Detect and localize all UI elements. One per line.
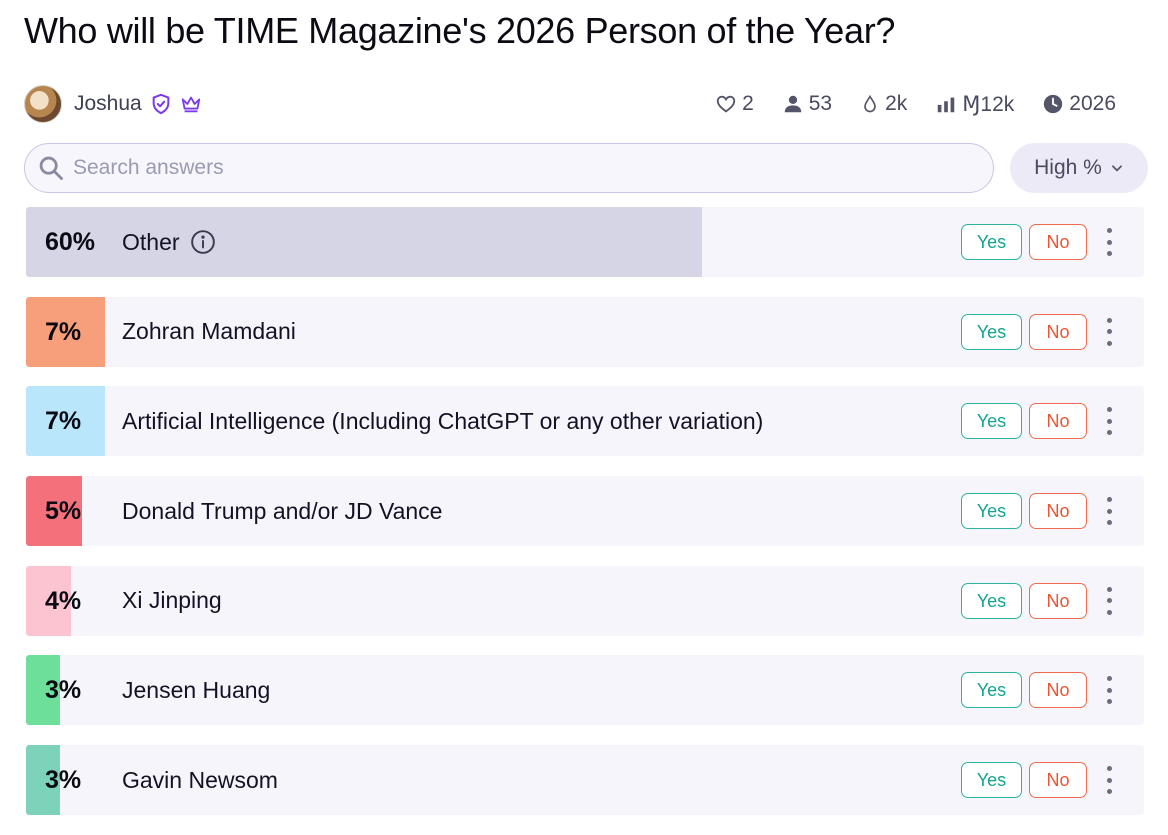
search-input[interactable] (71, 155, 955, 181)
answer-row[interactable]: 3% Jensen Huang Yes No (26, 655, 1144, 726)
volume-stat[interactable]: Ɱ12k (935, 92, 1014, 117)
answer-row[interactable]: 7% Zohran Mamdani Yes No (26, 296, 1144, 367)
author-name[interactable]: Joshua (74, 92, 142, 116)
answer-label[interactable]: Donald Trump and/or JD Vance (122, 498, 442, 525)
clock-icon (1044, 94, 1063, 114)
more-options-icon[interactable] (1100, 497, 1118, 526)
avatar[interactable] (24, 85, 62, 123)
search-icon (39, 156, 63, 180)
answer-row[interactable]: 60% Other Yes No (26, 207, 1144, 277)
answer-probability: 4% (45, 586, 82, 615)
answer-row[interactable]: 3% Gavin Newsom Yes No (26, 745, 1144, 816)
more-options-icon[interactable] (1100, 228, 1118, 256)
answer-label[interactable]: Gavin Newsom (122, 767, 278, 794)
answer-label[interactable]: Zohran Mamdani (122, 318, 296, 345)
yes-button[interactable]: Yes (961, 224, 1022, 260)
liquidity-stat[interactable]: 2k (860, 92, 907, 116)
close-date-stat[interactable]: 2026 (1042, 92, 1116, 116)
more-options-icon[interactable] (1100, 676, 1118, 705)
no-button[interactable]: No (1029, 403, 1087, 440)
more-options-icon[interactable] (1100, 317, 1118, 346)
user-icon (784, 95, 801, 113)
bar-chart-icon (938, 97, 955, 113)
no-button[interactable]: No (1029, 672, 1087, 709)
page-title: Who will be TIME Magazine's 2026 Person … (24, 10, 896, 51)
chevron-down-icon (1111, 165, 1122, 172)
yes-button[interactable]: Yes (961, 672, 1022, 709)
no-button[interactable]: No (1029, 582, 1087, 619)
liquidity-amount: 2k (885, 92, 908, 115)
answer-label[interactable]: Xi Jinping (122, 587, 222, 614)
answer-probability: 3% (45, 766, 82, 795)
yes-button[interactable]: Yes (961, 493, 1022, 530)
answer-list: 60% Other Yes No 7% Zohran Mamdani Yes N… (26, 207, 1144, 835)
answer-row[interactable]: 7% Artificial Intelligence (Including Ch… (26, 386, 1144, 457)
more-options-icon[interactable] (1100, 586, 1118, 615)
traders-count: 53 (808, 92, 833, 115)
yes-button[interactable]: Yes (961, 313, 1022, 350)
no-button[interactable]: No (1029, 762, 1087, 799)
crown-icon (180, 93, 202, 115)
yes-button[interactable]: Yes (961, 762, 1022, 799)
answer-probability: 7% (45, 407, 82, 436)
answer-label[interactable]: Other (122, 229, 180, 256)
more-options-icon[interactable] (1100, 766, 1118, 795)
no-button[interactable]: No (1029, 224, 1087, 260)
answer-probability: 7% (45, 317, 82, 346)
verified-shield-icon (150, 93, 172, 115)
answer-probability: 5% (45, 497, 82, 526)
droplet-icon (864, 94, 876, 113)
market-meta: Joshua 2 53 2k Ɱ12k 2026 (24, 84, 1124, 124)
sort-dropdown[interactable]: High % (1010, 143, 1148, 193)
close-date: 2026 (1069, 92, 1116, 115)
yes-button[interactable]: Yes (961, 403, 1022, 440)
likes-stat[interactable]: 2 (715, 92, 754, 116)
no-button[interactable]: No (1029, 313, 1087, 350)
market-stats: 2 53 2k Ɱ12k 2026 (687, 84, 1116, 124)
sort-label: High % (1034, 156, 1102, 179)
volume-amount: Ɱ12k (962, 92, 1015, 116)
traders-stat[interactable]: 53 (782, 92, 832, 116)
info-icon[interactable] (190, 229, 216, 255)
answer-label[interactable]: Jensen Huang (122, 677, 270, 704)
more-options-icon[interactable] (1100, 407, 1118, 436)
answer-label[interactable]: Artificial Intelligence (Including ChatG… (122, 408, 763, 435)
answer-probability: 3% (45, 676, 82, 705)
search-box[interactable] (24, 143, 994, 193)
yes-button[interactable]: Yes (961, 582, 1022, 619)
heart-icon (716, 95, 736, 113)
answer-row[interactable]: 4% Xi Jinping Yes No (26, 565, 1144, 636)
answer-row[interactable]: 5% Donald Trump and/or JD Vance Yes No (26, 476, 1144, 547)
likes-count: 2 (742, 92, 754, 115)
answer-probability: 60% (45, 228, 96, 256)
author[interactable]: Joshua (24, 84, 202, 124)
no-button[interactable]: No (1029, 493, 1087, 530)
